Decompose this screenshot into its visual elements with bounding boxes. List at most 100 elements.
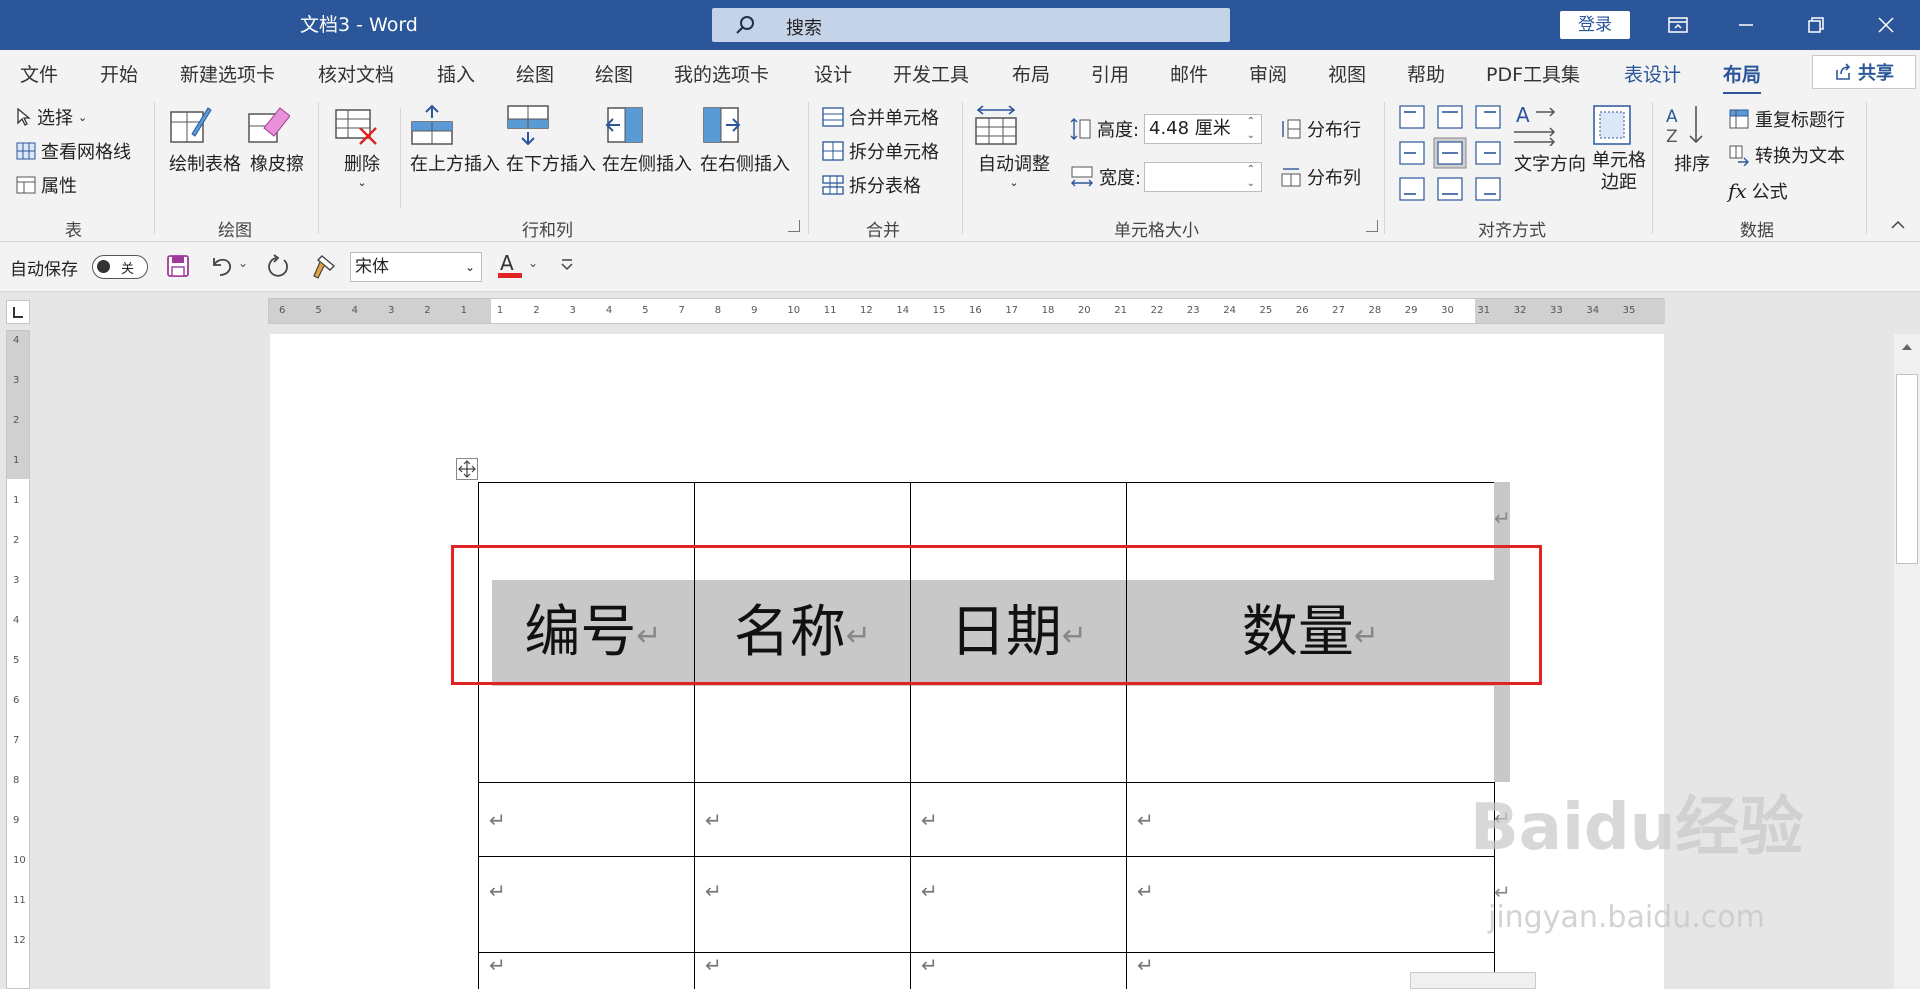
tab-new-tab[interactable]: 新建选项卡 — [180, 60, 275, 87]
undo-icon[interactable] — [208, 254, 234, 278]
table-row: ↵ ↵ ↵ ↵ — [478, 782, 1495, 857]
distribute-cols-label: 分布列 — [1307, 168, 1361, 189]
chevron-down-icon: ⌄ — [464, 260, 475, 274]
merge-cells-button[interactable]: 合并单元格 — [822, 104, 939, 130]
insert-right-button[interactable]: 在右侧插入 — [700, 104, 790, 176]
format-painter-icon[interactable] — [310, 254, 336, 280]
eraser-button[interactable]: 橡皮擦 — [246, 104, 308, 176]
scroll-up-icon[interactable] — [1900, 342, 1914, 352]
minimize-icon[interactable] — [1718, 0, 1774, 50]
customize-toolbar-icon[interactable] — [560, 258, 574, 272]
tab-proofread[interactable]: 核对文档 — [318, 60, 394, 87]
cell-margins-button[interactable]: 单元格 边距 — [1590, 104, 1648, 194]
tab-table-design[interactable]: 表设计 — [1624, 60, 1681, 87]
scrollbar-thumb[interactable] — [1896, 374, 1918, 564]
view-gridlines-button[interactable]: 查看网格线 — [16, 138, 131, 164]
distribute-rows-label: 分布行 — [1307, 120, 1361, 141]
paragraph-mark: ↵ — [1137, 879, 1154, 903]
autosave-toggle[interactable]: 关 — [92, 255, 148, 279]
table-cell[interactable]: ↵ — [910, 856, 1127, 953]
group-separator — [962, 102, 963, 234]
tab-layout[interactable]: 布局 — [1012, 60, 1050, 87]
height-input[interactable]: 4.48 厘米 ⌃ ⌄ — [1144, 114, 1262, 144]
tab-file[interactable]: 文件 — [20, 60, 58, 87]
tab-help[interactable]: 帮助 — [1407, 60, 1445, 87]
table-cell[interactable]: ↵ — [910, 782, 1127, 857]
share-button[interactable]: 共享 — [1812, 55, 1916, 89]
text-direction-button[interactable]: A 文字方向 — [1512, 104, 1588, 176]
properties-button[interactable]: 属性 — [16, 172, 77, 198]
tab-references[interactable]: 引用 — [1091, 60, 1129, 87]
table-cell[interactable]: ↵ — [694, 782, 911, 857]
spin-arrows-icon[interactable]: ⌃ ⌄ — [1247, 115, 1255, 143]
collapse-ribbon-icon[interactable] — [1890, 220, 1906, 230]
column-width-icon — [1070, 165, 1094, 189]
tab-my-tab[interactable]: 我的选项卡 — [674, 60, 769, 87]
tab-draw-1[interactable]: 绘图 — [516, 60, 554, 87]
distribute-cols-button[interactable]: 分布列 — [1280, 164, 1361, 190]
table-cell[interactable]: ↵ — [478, 952, 695, 989]
tab-selector-icon[interactable] — [6, 300, 30, 324]
split-table-button[interactable]: 拆分表格 — [822, 172, 921, 198]
chevron-down-icon[interactable]: ⌄ — [528, 256, 538, 270]
tab-review[interactable]: 审阅 — [1249, 60, 1287, 87]
tab-draw-2[interactable]: 绘图 — [595, 60, 633, 87]
tab-mailings[interactable]: 邮件 — [1170, 60, 1208, 87]
split-cells-icon — [822, 141, 844, 161]
rows-cols-launcher-icon[interactable] — [788, 220, 800, 232]
split-cells-button[interactable]: 拆分单元格 — [822, 138, 939, 164]
insert-above-button[interactable]: 在上方插入 — [410, 104, 500, 176]
ribbon-display-icon[interactable] — [1650, 0, 1706, 50]
table-cell[interactable]: ↵ — [1126, 856, 1495, 953]
vertical-ruler[interactable]: 4 3 2 1 1 2 3 4 5 6 7 8 9 10 11 12 — [6, 330, 30, 989]
ruler-tick-label: 2 — [13, 415, 20, 426]
table-cell[interactable]: ↵ — [910, 952, 1127, 989]
save-icon[interactable] — [166, 254, 190, 278]
insert-left-button[interactable]: 在左侧插入 — [602, 104, 692, 176]
tab-pdf-tools[interactable]: PDF工具集 — [1486, 60, 1580, 87]
close-icon[interactable] — [1858, 0, 1914, 50]
repeat-header-button[interactable]: 重复标题行 — [1728, 106, 1845, 132]
layout-options-strip[interactable] — [1410, 972, 1536, 989]
fx-icon: fx — [1728, 179, 1747, 203]
alignment-grid — [1398, 104, 1504, 212]
spin-arrows-icon[interactable]: ⌃ ⌄ — [1247, 163, 1255, 191]
width-field-label: 宽度: — [1070, 164, 1141, 190]
tab-design[interactable]: 设计 — [814, 60, 852, 87]
distribute-rows-button[interactable]: 分布行 — [1280, 116, 1361, 142]
convert-to-text-button[interactable]: 转换为文本 — [1728, 142, 1845, 168]
restore-icon[interactable] — [1788, 0, 1844, 50]
row-height-icon — [1070, 117, 1092, 141]
redo-icon[interactable] — [264, 254, 290, 280]
tab-developer[interactable]: 开发工具 — [893, 60, 969, 87]
font-color-icon[interactable]: A — [496, 250, 524, 280]
alignment-buttons-icon[interactable] — [1398, 104, 1504, 212]
table-cell[interactable]: ↵ — [694, 856, 911, 953]
insert-below-button[interactable]: 在下方插入 — [506, 104, 596, 176]
table-cell[interactable]: ↵ — [1126, 782, 1495, 857]
search-box[interactable]: 搜索 — [712, 8, 1230, 42]
table-cell[interactable]: ↵ — [478, 856, 695, 953]
draw-table-button[interactable]: 绘制表格 — [168, 104, 242, 176]
formula-button[interactable]: fx 公式 — [1728, 178, 1788, 204]
tab-insert[interactable]: 插入 — [437, 60, 475, 87]
tab-home[interactable]: 开始 — [100, 60, 138, 87]
width-input[interactable]: ⌃ ⌄ — [1144, 162, 1262, 192]
delete-button[interactable]: 删除 ⌄ — [334, 104, 390, 189]
table-cell[interactable]: ↵ — [694, 952, 911, 989]
table-move-handle-icon[interactable] — [456, 458, 478, 480]
autosave-label: 自动保存 — [10, 260, 78, 280]
select-button[interactable]: 选择 ⌄ — [16, 104, 87, 130]
chevron-down-icon[interactable]: ⌄ — [238, 256, 248, 270]
login-button[interactable]: 登录 — [1560, 11, 1630, 39]
tab-view[interactable]: 视图 — [1328, 60, 1366, 87]
cell-size-launcher-icon[interactable] — [1366, 220, 1378, 232]
tab-table-layout[interactable]: 布局 — [1723, 60, 1762, 95]
table-cell[interactable]: ↵ — [478, 782, 695, 857]
sort-button[interactable]: AZ 排序 — [1664, 104, 1720, 176]
group-label-rows-cols: 行和列 — [522, 221, 573, 241]
horizontal-ruler[interactable]: 6 5 4 3 2 1 1 2 3 4 5 7 8 9 10 11 12 14 15 16 17 18 20 21 22 23 24… — [268, 298, 1665, 324]
watermark-logo: Baidu经验 — [1470, 791, 1804, 865]
autofit-button[interactable]: 自动调整 ⌄ — [974, 104, 1054, 189]
font-name-select[interactable]: 宋体 ⌄ — [350, 252, 482, 282]
